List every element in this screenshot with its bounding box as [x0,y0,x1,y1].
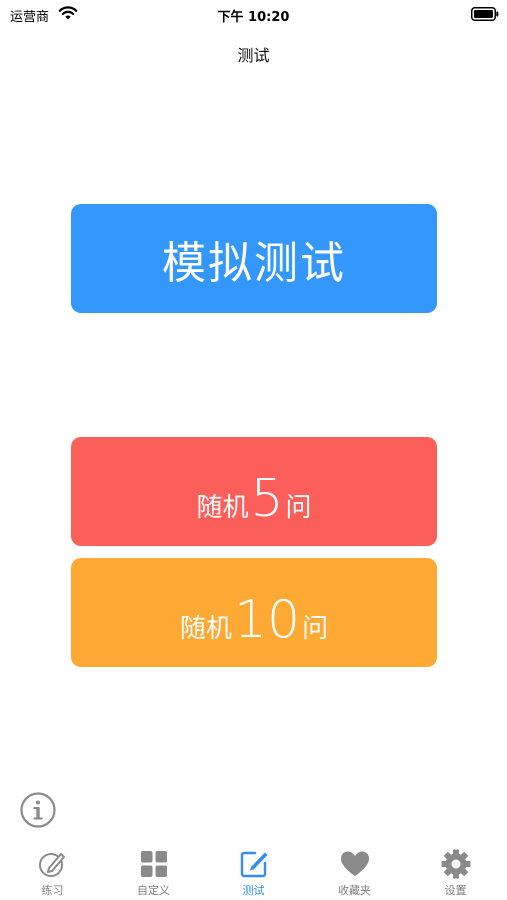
random-10-prefix: 随机 [179,613,232,644]
edit-icon [240,851,267,878]
tab-settings[interactable]: 设置 [405,840,506,900]
tab-favorites-label: 收藏夹 [338,884,371,897]
test-screen: 运营商 下午 10:20 测试 模拟测试 随机 5 问 随机 10 问 练习 自… [0,0,507,900]
random-5-prefix: 随机 [196,492,249,523]
battery-icon [471,7,499,21]
tab-custom[interactable]: 自定义 [103,840,204,900]
tab-test-label: 测试 [242,884,265,897]
random-10-label: 随机 10 问 [180,594,328,646]
clock-time: 下午 10:20 [217,10,290,25]
random-10-suffix: 问 [302,613,329,644]
tab-custom-label: 自定义 [137,884,170,897]
tab-favorites[interactable]: 收藏夹 [304,840,405,900]
tab-practice[interactable]: 练习 [2,840,103,900]
gear-icon [441,849,470,879]
heart-icon [340,851,369,876]
tab-settings-label: 设置 [444,884,467,897]
tab-practice-label: 练习 [41,884,64,897]
random-5-suffix: 问 [285,492,312,523]
random-5-label: 随机 5 问 [196,473,311,525]
random-5-number: 5 [250,468,284,529]
mock-test-label: 模拟测试 [162,237,346,289]
grid-icon [140,851,167,877]
info-icon[interactable] [19,791,57,829]
practice-pencil-icon [38,853,65,877]
tab-test[interactable]: 测试 [203,840,304,900]
status-bar: 运营商 下午 10:20 [0,0,507,30]
random-5-button[interactable]: 随机 5 问 [71,437,437,546]
random-10-number: 10 [233,589,301,650]
tab-bar: 练习 自定义 测试 收藏夹 设置 [0,840,507,900]
random-10-button[interactable]: 随机 10 问 [71,558,437,667]
mock-test-button[interactable]: 模拟测试 [71,204,437,313]
page-title: 测试 [237,46,270,65]
